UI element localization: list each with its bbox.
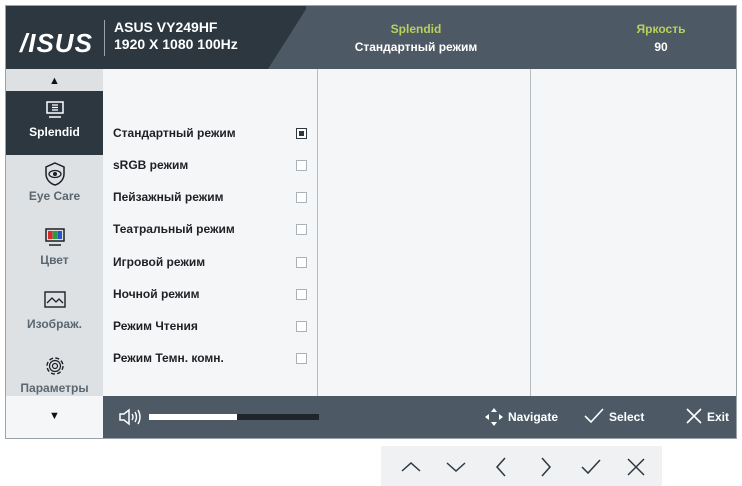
header-status-panel — [306, 6, 736, 69]
option-night[interactable]: Ночной режим — [113, 287, 200, 301]
option-reading[interactable]: Режим Чтения — [113, 319, 198, 333]
sidebar-item-label: Изображ. — [27, 317, 82, 331]
close-key-icon[interactable] — [624, 455, 648, 479]
option-checkbox[interactable] — [296, 160, 307, 171]
select-label: Select — [609, 410, 645, 424]
option-srgb[interactable]: sRGB режим — [113, 158, 188, 172]
option-checkbox[interactable] — [296, 257, 307, 268]
asus-logo: /ISUS — [20, 28, 93, 58]
option-game[interactable]: Игровой режим — [113, 255, 205, 269]
sidebar-item-label: Параметры — [20, 381, 89, 395]
option-darkroom[interactable]: Режим Темн. комн. — [113, 351, 224, 365]
sidebar-item-image[interactable]: Изображ. — [6, 283, 103, 347]
option-checkbox[interactable] — [296, 192, 307, 203]
mode-label: Splendid — [390, 22, 442, 36]
sidebar-item-label: Eye Care — [28, 189, 81, 203]
check-key-icon[interactable] — [579, 455, 603, 479]
osd-window: /ISUS ASUS VY249HF 1920 X 1080 100Hz Spl… — [5, 5, 737, 439]
speaker-icon — [119, 408, 141, 426]
sidebar-item-label: Цвет — [40, 253, 69, 267]
brightness-label: Яркость — [636, 22, 686, 36]
option-checkbox[interactable] — [296, 224, 307, 235]
monitor-icon — [45, 101, 64, 118]
model-info: ASUS VY249HF 1920 X 1080 100Hz — [114, 19, 238, 53]
model-name: ASUS VY249HF — [114, 19, 218, 35]
eye-icon — [44, 162, 65, 186]
option-checkbox[interactable] — [296, 289, 307, 300]
sidebar-item-eye-care[interactable]: Eye Care — [6, 155, 103, 219]
options-panel: Стандартный режим sRGB режим Пейзажный р… — [103, 69, 736, 396]
option-theater[interactable]: Театральный режим — [113, 222, 235, 236]
color-icon — [44, 228, 65, 246]
header: /ISUS ASUS VY249HF 1920 X 1080 100Hz Spl… — [6, 6, 736, 69]
option-scenery[interactable]: Пейзажный режим — [113, 190, 223, 204]
footer-bar: Navigate Select Exit — [103, 396, 736, 438]
sidebar-item-splendid[interactable]: Splendid — [6, 91, 103, 155]
scroll-down-icon[interactable]: ▼ — [6, 410, 103, 422]
option-checkbox[interactable] — [296, 321, 307, 332]
sidebar-item-label: Splendid — [29, 125, 80, 139]
sidebar-item-color[interactable]: Цвет — [6, 219, 103, 283]
sidebar-item-settings[interactable]: Параметры — [6, 347, 103, 411]
resolution: 1920 X 1080 100Hz — [114, 36, 238, 52]
chevron-up-icon[interactable] — [399, 455, 423, 479]
chevron-right-icon[interactable] — [534, 455, 558, 479]
brightness-value: 90 — [654, 40, 668, 54]
volume-slider-fill — [149, 414, 238, 420]
exit-label: Exit — [707, 410, 730, 424]
image-icon — [43, 291, 66, 308]
navigate-icon — [485, 408, 503, 426]
gear-icon — [45, 357, 64, 375]
option-checkbox[interactable] — [296, 128, 307, 139]
check-icon — [584, 408, 604, 424]
mode-value: Стандартный режим — [354, 40, 478, 54]
chevron-down-icon[interactable] — [444, 455, 468, 479]
navigate-label: Navigate — [508, 410, 559, 424]
scroll-up-icon[interactable]: ▲ — [6, 75, 103, 87]
hardware-keys — [381, 446, 662, 486]
close-icon — [686, 408, 702, 424]
volume-slider[interactable] — [149, 414, 319, 420]
sidebar: ▲ Splendid Eye Care Цвет Изображ. Параме… — [6, 69, 103, 396]
chevron-left-icon[interactable] — [489, 455, 513, 479]
option-checkbox[interactable] — [296, 353, 307, 364]
option-standard[interactable]: Стандартный режим — [113, 126, 236, 140]
